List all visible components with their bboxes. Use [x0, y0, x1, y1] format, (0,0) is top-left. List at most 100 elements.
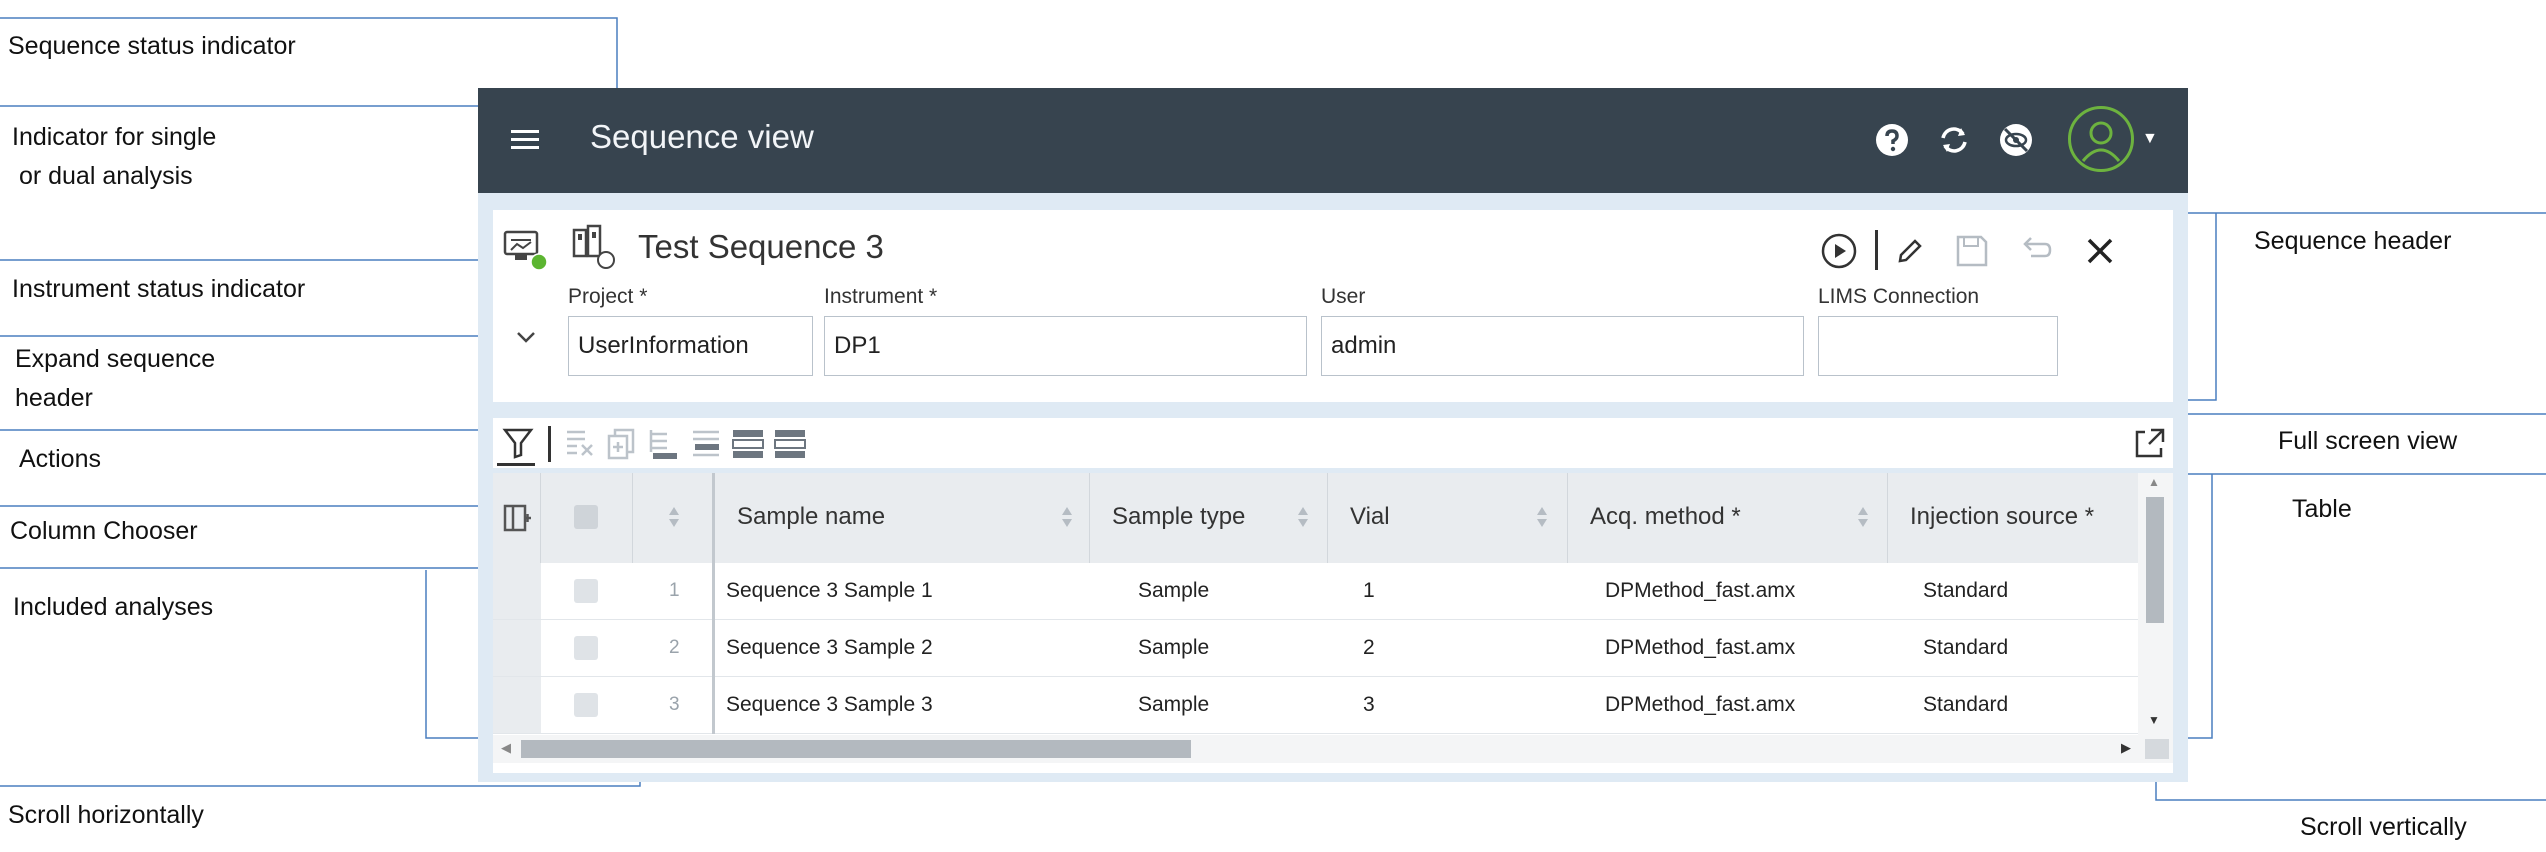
cell-acq-method[interactable]: DPMethod_fast.amx — [1605, 677, 1795, 733]
scroll-down-arrow[interactable]: ▼ — [2148, 713, 2160, 727]
callout-full-screen-view: Full screen view — [2278, 427, 2458, 455]
column-header-acq-method[interactable]: Acq. method * — [1568, 473, 1888, 563]
callout-expand-line1: Expand sequence — [15, 345, 216, 373]
row-checkbox[interactable] — [574, 579, 598, 603]
callout-sequence-status: Sequence status indicator — [8, 32, 296, 60]
cell-injection-source[interactable]: Standard — [1923, 563, 2008, 619]
copy-row-icon[interactable] — [605, 426, 639, 460]
sequence-table: Sample name Sample type Vial Acq. method… — [493, 473, 2173, 773]
row-index: 2 — [669, 637, 680, 658]
scroll-right-arrow[interactable]: ▶ — [2121, 740, 2131, 756]
expand-header-chevron-icon[interactable] — [511, 322, 541, 352]
callout-expand-line2: header — [15, 384, 93, 412]
column-label: Vial — [1350, 503, 1390, 530]
included-analyses-divider — [712, 677, 715, 734]
cell-sample-type[interactable]: Sample — [1138, 620, 1209, 676]
sort-icon[interactable] — [1857, 505, 1869, 529]
callout-actions: Actions — [19, 445, 101, 473]
move-row-down-icon[interactable] — [773, 426, 807, 460]
fullscreen-icon[interactable] — [2133, 426, 2167, 460]
sort-icon[interactable] — [1536, 505, 1548, 529]
cell-sample-type[interactable]: Sample — [1138, 563, 1209, 619]
cell-sample-name[interactable]: Sequence 3 Sample 1 — [726, 563, 933, 619]
lims-connection-field[interactable] — [1818, 316, 2058, 376]
lims-connection-label: LIMS Connection — [1818, 285, 1980, 308]
column-chooser-icon[interactable] — [502, 503, 532, 533]
filter-underline — [497, 463, 535, 466]
move-row-up-icon[interactable] — [731, 426, 765, 460]
menu-icon[interactable] — [510, 124, 540, 154]
toolbar-divider — [1875, 230, 1878, 270]
sequence-view-window: Sequence view ▼ Test Sequence 3 Project … — [478, 88, 2188, 782]
chevron-down-icon[interactable]: ▼ — [2142, 130, 2158, 148]
table-row[interactable]: 1 Sequence 3 Sample 1 Sample 1 DPMethod_… — [493, 563, 2173, 620]
project-field[interactable]: UserInformation — [568, 316, 813, 376]
insert-row-below-icon[interactable] — [689, 426, 723, 460]
cell-injection-source[interactable]: Standard — [1923, 677, 2008, 733]
column-header-vial[interactable]: Vial — [1328, 473, 1568, 563]
column-label: Sample name — [737, 503, 886, 530]
select-all-checkbox[interactable] — [574, 505, 598, 529]
select-all-header — [541, 473, 633, 563]
horizontal-scrollbar[interactable]: ◀ ▶ — [493, 735, 2173, 763]
cell-sample-type[interactable]: Sample — [1138, 677, 1209, 733]
column-header-sample-name[interactable]: Sample name — [715, 473, 1090, 563]
close-icon[interactable] — [2083, 234, 2117, 268]
cell-sample-name[interactable]: Sequence 3 Sample 2 — [726, 620, 933, 676]
column-header-injection-source[interactable]: Injection source * — [1888, 473, 2138, 563]
toolbar-separator — [548, 426, 551, 462]
cell-acq-method[interactable]: DPMethod_fast.amx — [1605, 563, 1795, 619]
cell-vial[interactable]: 2 — [1363, 620, 1375, 676]
scroll-up-arrow[interactable]: ▲ — [2148, 475, 2160, 489]
sort-icon[interactable] — [1061, 505, 1073, 529]
callout-scroll-vertically: Scroll vertically — [2300, 813, 2467, 841]
sort-icon[interactable] — [1297, 505, 1309, 529]
callout-single-dual-line2: or dual analysis — [12, 162, 193, 190]
cell-vial[interactable]: 3 — [1363, 677, 1375, 733]
single-dual-analysis-icon — [572, 224, 615, 269]
save-icon[interactable] — [1953, 232, 1991, 270]
callout-scroll-horizontally: Scroll horizontally — [8, 801, 204, 829]
user-avatar-icon[interactable] — [2068, 106, 2134, 172]
cell-acq-method[interactable]: DPMethod_fast.amx — [1605, 620, 1795, 676]
user-field[interactable]: admin — [1321, 316, 1804, 376]
callout-instrument-status: Instrument status indicator — [12, 275, 306, 303]
table-row[interactable]: 2 Sequence 3 Sample 2 Sample 2 DPMethod_… — [493, 620, 2173, 677]
column-chooser-header — [493, 473, 541, 563]
vertical-scrollbar[interactable]: ▲ ▼ — [2138, 473, 2173, 735]
column-label: Acq. method * — [1590, 503, 1741, 530]
cell-injection-source[interactable]: Standard — [1923, 620, 2008, 676]
sort-icon[interactable] — [668, 505, 680, 529]
table-row[interactable]: 3 Sequence 3 Sample 3 Sample 3 DPMethod_… — [493, 677, 2173, 734]
refresh-icon[interactable] — [1934, 120, 1974, 160]
row-checkbox[interactable] — [574, 693, 598, 717]
scroll-corner — [2145, 739, 2169, 759]
callout-sequence-header: Sequence header — [2254, 227, 2452, 255]
undo-icon[interactable] — [2017, 232, 2055, 270]
callout-column-chooser: Column Chooser — [10, 517, 198, 545]
top-bar: Sequence view ▼ — [478, 88, 2188, 193]
included-analyses-divider — [712, 620, 715, 677]
cell-sample-name[interactable]: Sequence 3 Sample 3 — [726, 677, 933, 733]
sequence-status-icon — [503, 230, 548, 271]
help-icon[interactable] — [1872, 120, 1912, 160]
vertical-scroll-thumb[interactable] — [2146, 497, 2164, 623]
instrument-field[interactable]: DP1 — [824, 316, 1307, 376]
included-analyses-divider — [712, 563, 715, 620]
index-header — [633, 473, 715, 563]
column-header-sample-type[interactable]: Sample type — [1090, 473, 1328, 563]
cell-vial[interactable]: 1 — [1363, 563, 1375, 619]
visibility-off-icon[interactable] — [1996, 120, 2036, 160]
filter-icon[interactable] — [501, 426, 535, 460]
row-checkbox[interactable] — [574, 636, 598, 660]
sequence-title: Test Sequence 3 — [638, 228, 884, 265]
instrument-label: Instrument * — [824, 285, 938, 308]
play-icon[interactable] — [1820, 232, 1858, 270]
user-label: User — [1321, 285, 1366, 308]
insert-row-above-icon[interactable] — [647, 426, 681, 460]
edit-icon[interactable] — [1893, 234, 1927, 268]
remove-rows-icon[interactable] — [563, 426, 597, 460]
horizontal-scroll-thumb[interactable] — [521, 740, 1191, 758]
actions-toolbar — [493, 418, 2173, 468]
scroll-left-arrow[interactable]: ◀ — [501, 740, 511, 756]
